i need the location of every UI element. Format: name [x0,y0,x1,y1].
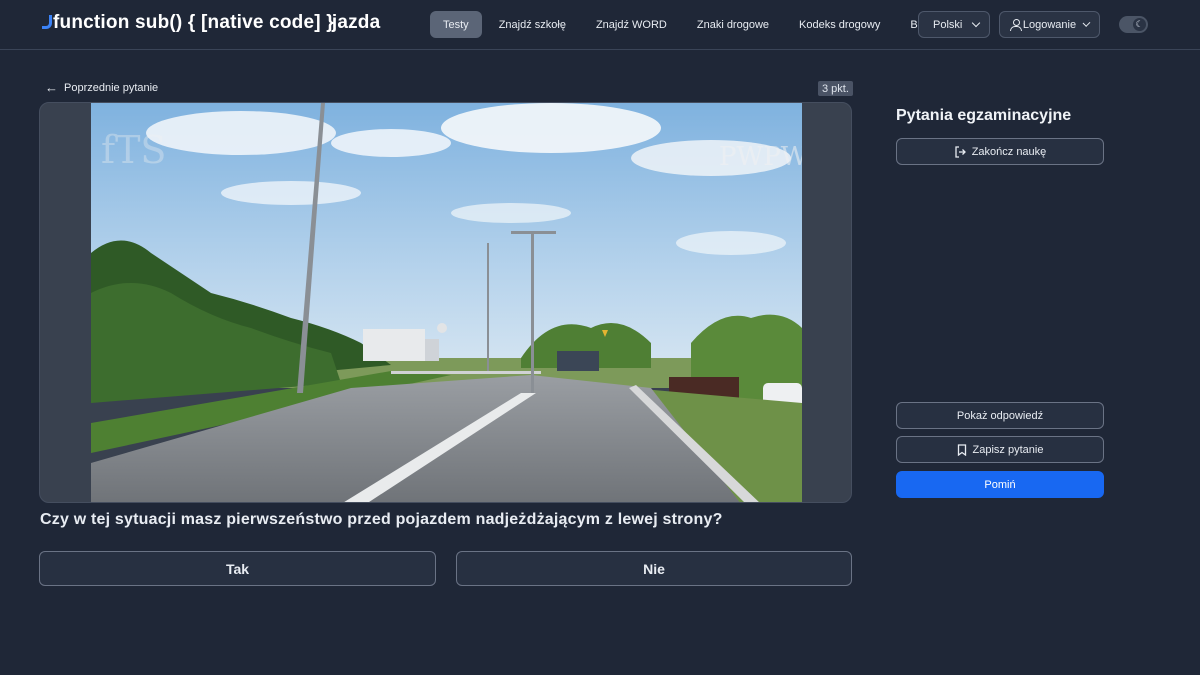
nav-item-znajdz-szkole[interactable]: Znajdź szkołę [486,11,579,38]
top-header: function sub() { [native code] } jazda Te… [0,0,1200,50]
nav-item-kodeks-drogowy[interactable]: Kodeks drogowy [786,11,893,38]
language-dropdown[interactable]: Polski [918,11,990,38]
theme-toggle[interactable]: ☾ [1119,16,1148,33]
sidebar-title: Pytania egzaminacyjne [896,107,1072,124]
show-answer-button[interactable]: Pokaż odpowiedź [896,402,1104,429]
nav-item-znajdz-word[interactable]: Znajdź WORD [583,11,680,38]
login-label: Logowanie [1022,18,1077,31]
previous-question-link[interactable]: ← Poprzednie pytanie [45,81,158,94]
end-learning-label: Zakończ naukę [971,145,1047,158]
bookmark-icon [957,443,967,456]
previous-question-label: Poprzednie pytanie [64,81,159,94]
logo-text: function sub() { [native code] } [53,12,334,33]
road-scene-image: PWPW fTS [91,103,802,502]
user-icon [1010,19,1022,31]
chevron-down-icon [971,18,981,28]
nav-item-znaki-drogowe[interactable]: Znaki drogowe [684,11,782,38]
language-label: Polski [933,18,963,31]
main-nav: Testy Znajdź szkołę Znajdź WORD Znaki dr… [430,11,949,38]
answer-no-button[interactable]: Nie [456,551,852,586]
logo[interactable]: function sub() { [native code] } jazda [42,12,380,34]
question-text: Czy w tej sytuacji masz pierwszeństwo pr… [40,511,723,528]
logout-icon [954,145,966,158]
svg-text:PWPW: PWPW [719,142,802,172]
save-question-label: Zapisz pytanie [972,443,1044,456]
moon-icon: ☾ [1133,18,1146,31]
chevron-down-icon [1082,19,1091,27]
login-dropdown[interactable]: Logowanie [999,11,1100,38]
nav-item-testy[interactable]: Testy [430,11,482,38]
arrow-left-icon: ← [45,80,58,95]
end-learning-button[interactable]: Zakończ naukę [896,138,1104,165]
svg-text:fTS: fTS [101,128,166,172]
answer-yes-button[interactable]: Tak [39,551,436,586]
logo-wordmark: jazda [331,12,381,33]
skip-button[interactable]: Pomiń [896,471,1104,498]
save-question-button[interactable]: Zapisz pytanie [896,436,1104,463]
points-badge: 3 pkt. [818,81,853,96]
question-media: PWPW fTS [39,102,852,503]
logo-mark-icon [42,15,52,29]
